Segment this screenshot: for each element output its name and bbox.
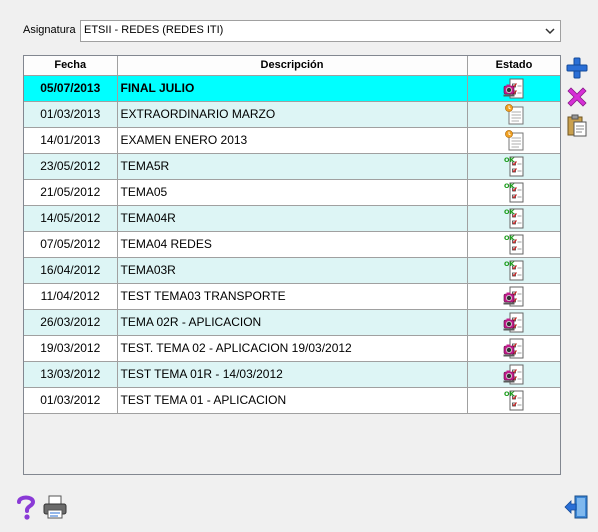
cell-description: TEMA05 <box>117 179 468 206</box>
svg-text:OK: OK <box>504 156 516 164</box>
cell-state <box>467 101 560 128</box>
cell-state <box>467 309 560 336</box>
svg-text:OK: OK <box>504 208 516 216</box>
table-row[interactable]: 01/03/2013 EXTRAORDINARIO MARZO <box>24 101 560 128</box>
exit-icon[interactable] <box>563 494 589 520</box>
cell-description: TEMA04 REDES <box>117 231 468 258</box>
subject-label: Asignatura <box>23 24 76 36</box>
cell-date: 11/04/2012 <box>24 283 118 310</box>
column-header-description[interactable]: Descripción <box>117 56 468 76</box>
cell-description: TEST. TEMA 02 - APLICACION 19/03/2012 <box>117 335 468 362</box>
table-row[interactable]: 14/01/2013 EXAMEN ENERO 2013 <box>24 127 560 154</box>
camera-check-icon <box>503 78 524 99</box>
pending-document-icon <box>505 130 524 151</box>
cell-date: 23/05/2012 <box>24 153 118 180</box>
paste-icon[interactable] <box>565 113 589 137</box>
cell-description: TEMA04R <box>117 205 468 232</box>
table-row[interactable]: 07/05/2012 TEMA04 REDES OK <box>24 231 560 258</box>
table-row[interactable]: 23/05/2012 TEMA5R OK <box>24 153 560 180</box>
cell-date: 19/03/2012 <box>24 335 118 362</box>
camera-check-icon <box>503 286 524 307</box>
cell-state: OK <box>467 153 560 180</box>
help-icon[interactable] <box>14 494 38 520</box>
evaluations-table[interactable]: Fecha Descripción Estado 05/07/2013 FINAL… <box>23 55 561 475</box>
svg-text:OK: OK <box>504 390 516 398</box>
cell-date: 26/03/2012 <box>24 309 118 336</box>
cell-state <box>467 361 560 388</box>
cell-description: EXTRAORDINARIO MARZO <box>117 101 468 128</box>
cell-date: 13/03/2012 <box>24 361 118 388</box>
add-icon[interactable] <box>565 56 589 80</box>
cell-state <box>467 283 560 310</box>
table-row[interactable]: 16/04/2012 TEMA03R OK <box>24 257 560 284</box>
cell-state: OK <box>467 387 560 414</box>
camera-check-icon <box>503 312 524 333</box>
column-header-state[interactable]: Estado <box>467 56 560 76</box>
table-row[interactable]: 14/05/2012 TEMA04R OK <box>24 205 560 232</box>
table-row[interactable]: 19/03/2012 TEST. TEMA 02 - APLICACION 19/… <box>24 335 560 362</box>
camera-check-icon <box>503 338 524 359</box>
cell-date: 16/04/2012 <box>24 257 118 284</box>
cell-date: 01/03/2012 <box>24 387 118 414</box>
cell-description: TEST TEMA 01 - APLICACION <box>117 387 468 414</box>
cell-description: TEST TEMA 01R - 14/03/2012 <box>117 361 468 388</box>
cell-date: 01/03/2013 <box>24 101 118 128</box>
table-row[interactable]: 21/05/2012 TEMA05 OK <box>24 179 560 206</box>
cell-state: OK <box>467 231 560 258</box>
cell-description: FINAL JULIO <box>117 75 468 102</box>
cell-state <box>467 75 560 102</box>
delete-icon[interactable] <box>565 85 589 109</box>
print-icon[interactable] <box>42 494 68 520</box>
pending-document-icon <box>505 104 524 125</box>
cell-date: 21/05/2012 <box>24 179 118 206</box>
cell-state: OK <box>467 179 560 206</box>
ok-check-icon: OK <box>504 182 524 203</box>
cell-description: TEMA5R <box>117 153 468 180</box>
cell-state: OK <box>467 205 560 232</box>
cell-state: OK <box>467 257 560 284</box>
cell-description: EXAMEN ENERO 2013 <box>117 127 468 154</box>
cell-description: TEST TEMA03 TRANSPORTE <box>117 283 468 310</box>
ok-check-icon: OK <box>504 156 524 177</box>
subject-value: ETSII - REDES (REDES ITI) <box>84 24 224 36</box>
svg-text:OK: OK <box>504 182 516 190</box>
ok-check-icon: OK <box>504 208 524 229</box>
ok-check-icon: OK <box>504 390 524 411</box>
svg-text:OK: OK <box>504 260 516 268</box>
cell-date: 05/07/2013 <box>24 75 118 102</box>
cell-description: TEMA 02R - APLICACION <box>117 309 468 336</box>
cell-state <box>467 335 560 362</box>
ok-check-icon: OK <box>504 234 524 255</box>
table-row[interactable]: 01/03/2012 TEST TEMA 01 - APLICACION OK <box>24 387 560 414</box>
svg-text:OK: OK <box>504 234 516 242</box>
cell-date: 14/05/2012 <box>24 205 118 232</box>
table-header: Fecha Descripción Estado <box>24 56 560 76</box>
cell-state <box>467 127 560 154</box>
ok-check-icon: OK <box>504 260 524 281</box>
column-header-date[interactable]: Fecha <box>24 56 118 76</box>
subject-select[interactable]: ETSII - REDES (REDES ITI) <box>80 20 561 42</box>
chevron-down-icon <box>545 28 555 35</box>
cell-description: TEMA03R <box>117 257 468 284</box>
camera-check-icon <box>503 364 524 385</box>
table-row[interactable]: 05/07/2013 FINAL JULIO <box>24 75 560 102</box>
table-row[interactable]: 13/03/2012 TEST TEMA 01R - 14/03/2012 <box>24 361 560 388</box>
table-row[interactable]: 11/04/2012 TEST TEMA03 TRANSPORTE <box>24 283 560 310</box>
table-row[interactable]: 26/03/2012 TEMA 02R - APLICACION <box>24 309 560 336</box>
cell-date: 14/01/2013 <box>24 127 118 154</box>
cell-date: 07/05/2012 <box>24 231 118 258</box>
